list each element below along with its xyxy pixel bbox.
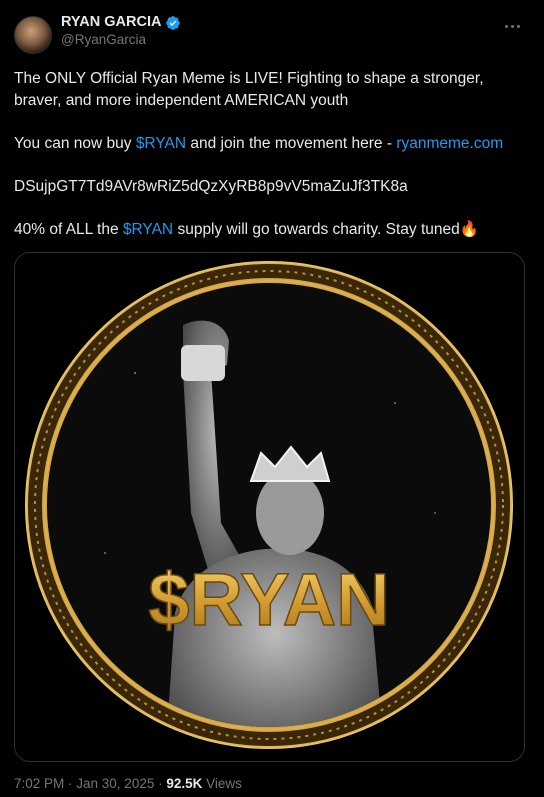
post-line-4: 40% of ALL the $RYAN supply will go towa… xyxy=(14,219,524,241)
line2-middle: and join the movement here - xyxy=(186,135,397,152)
more-options-icon[interactable] xyxy=(502,18,522,34)
tweet: RYAN GARCIA @RyanGarcia The ONLY Officia… xyxy=(0,0,544,797)
ticker-link[interactable]: $RYAN xyxy=(136,135,186,152)
timestamp[interactable]: 7:02 PM · Jan 30, 2025 · xyxy=(14,776,166,791)
post-image[interactable]: $RYAN xyxy=(14,252,525,762)
ticker-link-2[interactable]: $RYAN xyxy=(123,221,173,238)
author-names: RYAN GARCIA @RyanGarcia xyxy=(61,14,181,48)
display-name-row: RYAN GARCIA xyxy=(61,14,181,31)
line4-suffix: supply will go towards charity. Stay tun… xyxy=(173,221,460,238)
tweet-body: The ONLY Official Ryan Meme is LIVE! Fig… xyxy=(14,68,524,241)
line4-prefix: 40% of ALL the xyxy=(14,221,123,238)
line2-prefix: You can now buy xyxy=(14,135,136,152)
views-label: Views xyxy=(202,776,242,791)
coin-image: $RYAN xyxy=(15,253,524,761)
post-line-2: You can now buy $RYAN and join the movem… xyxy=(14,133,524,155)
display-name[interactable]: RYAN GARCIA xyxy=(61,14,161,31)
contract-address: DSujpGT7Td9AVr8wRiZ5dQzXyRB8p9vV5maZuJf3… xyxy=(14,178,408,195)
post-meta: 7:02 PM · Jan 30, 2025 · 92.5K Views xyxy=(14,776,242,791)
coin-text: $RYAN xyxy=(148,558,389,641)
post-line-1: The ONLY Official Ryan Meme is LIVE! Fig… xyxy=(14,70,484,109)
tweet-header: RYAN GARCIA @RyanGarcia xyxy=(14,14,528,62)
avatar[interactable] xyxy=(14,16,52,54)
handle[interactable]: @RyanGarcia xyxy=(61,31,181,48)
fire-emoji-icon: 🔥 xyxy=(459,221,480,238)
views-count: 92.5K xyxy=(166,776,203,791)
verified-badge-icon xyxy=(166,15,181,30)
website-link[interactable]: ryanmeme.com xyxy=(396,135,503,152)
